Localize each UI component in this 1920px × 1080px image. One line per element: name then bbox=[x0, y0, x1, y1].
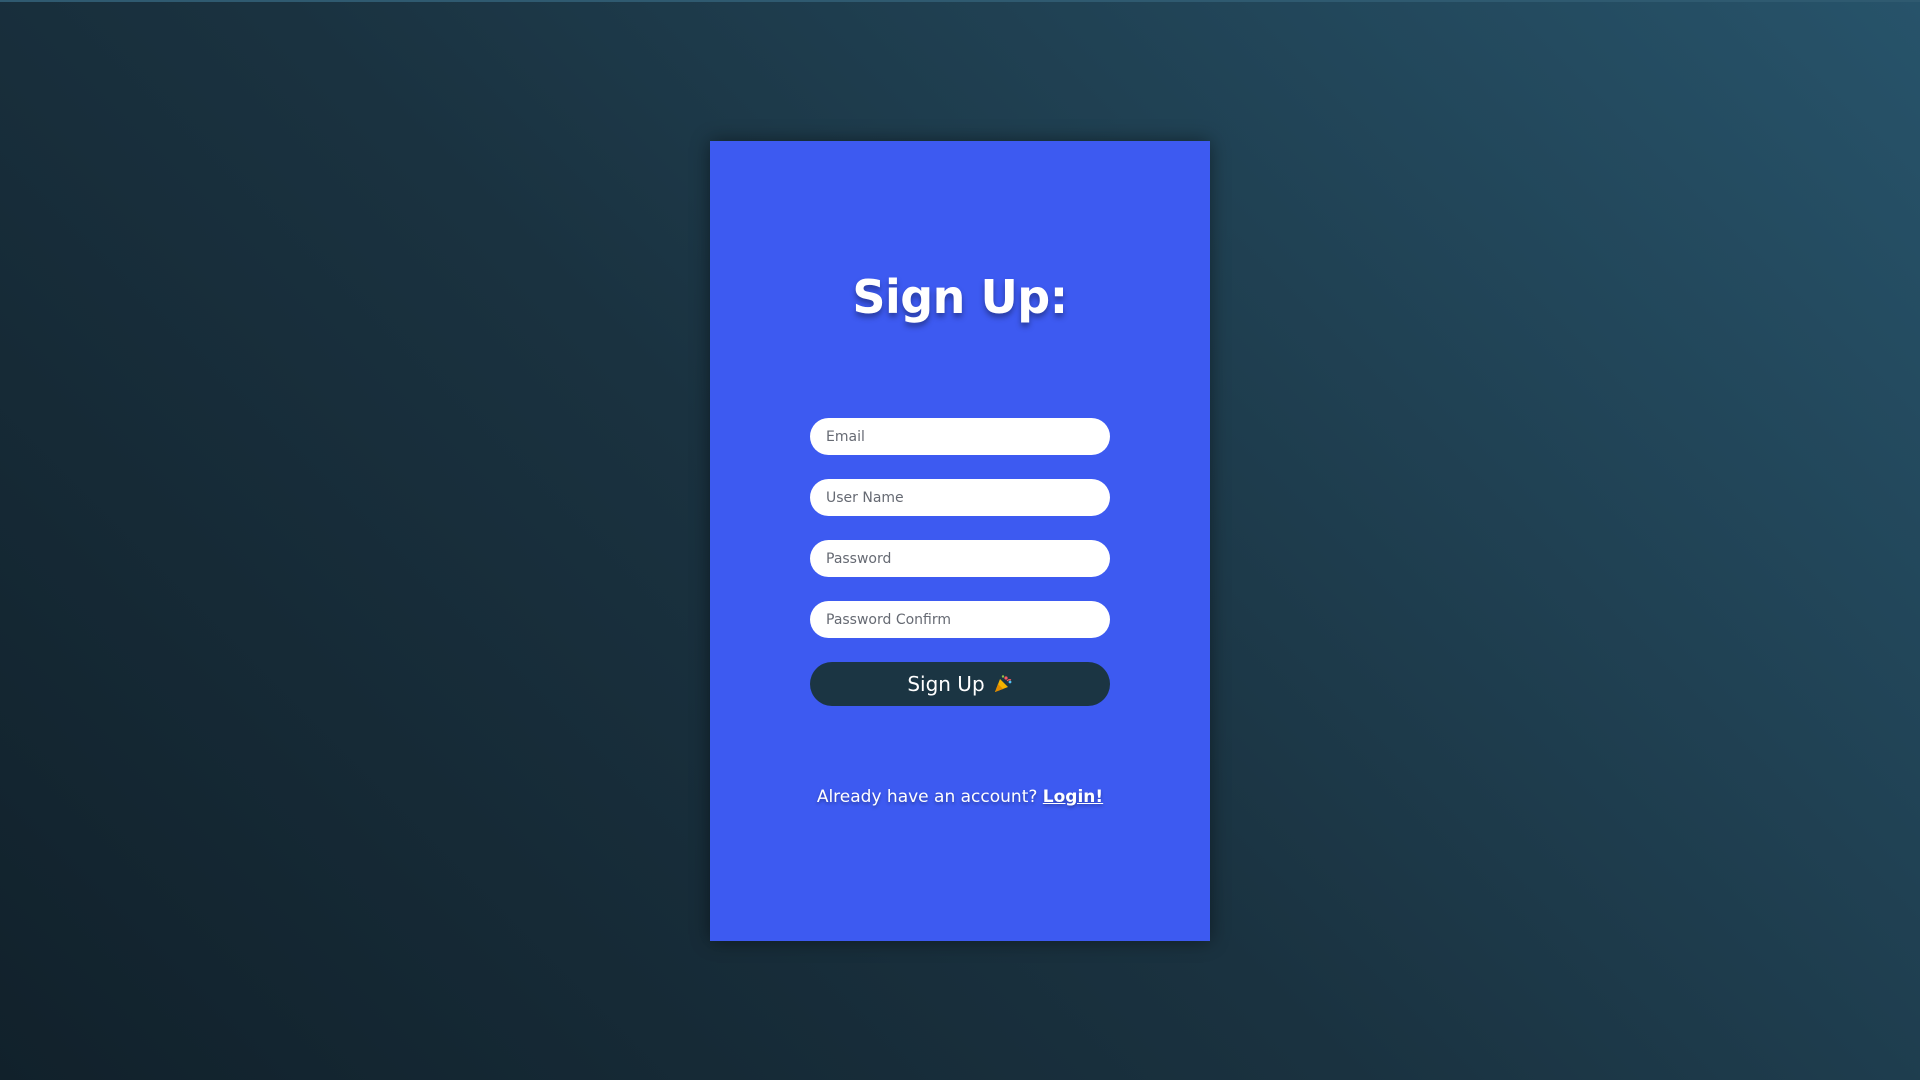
party-popper-icon bbox=[993, 674, 1013, 694]
password-field[interactable] bbox=[810, 540, 1110, 577]
login-prompt-text: Already have an account? bbox=[816, 787, 1038, 807]
signup-button[interactable]: Sign Up bbox=[810, 662, 1110, 706]
signup-card: Sign Up: Sign Up Already have an account… bbox=[710, 141, 1210, 941]
login-link[interactable]: Login! bbox=[1043, 787, 1103, 807]
password-confirm-field[interactable] bbox=[810, 601, 1110, 638]
page-title: Sign Up: bbox=[852, 270, 1068, 324]
signup-button-label: Sign Up bbox=[907, 672, 985, 696]
login-prompt: Already have an account? Login! bbox=[710, 787, 1210, 807]
username-field[interactable] bbox=[810, 479, 1110, 516]
top-edge-line bbox=[0, 0, 1920, 2]
email-field[interactable] bbox=[810, 418, 1110, 455]
